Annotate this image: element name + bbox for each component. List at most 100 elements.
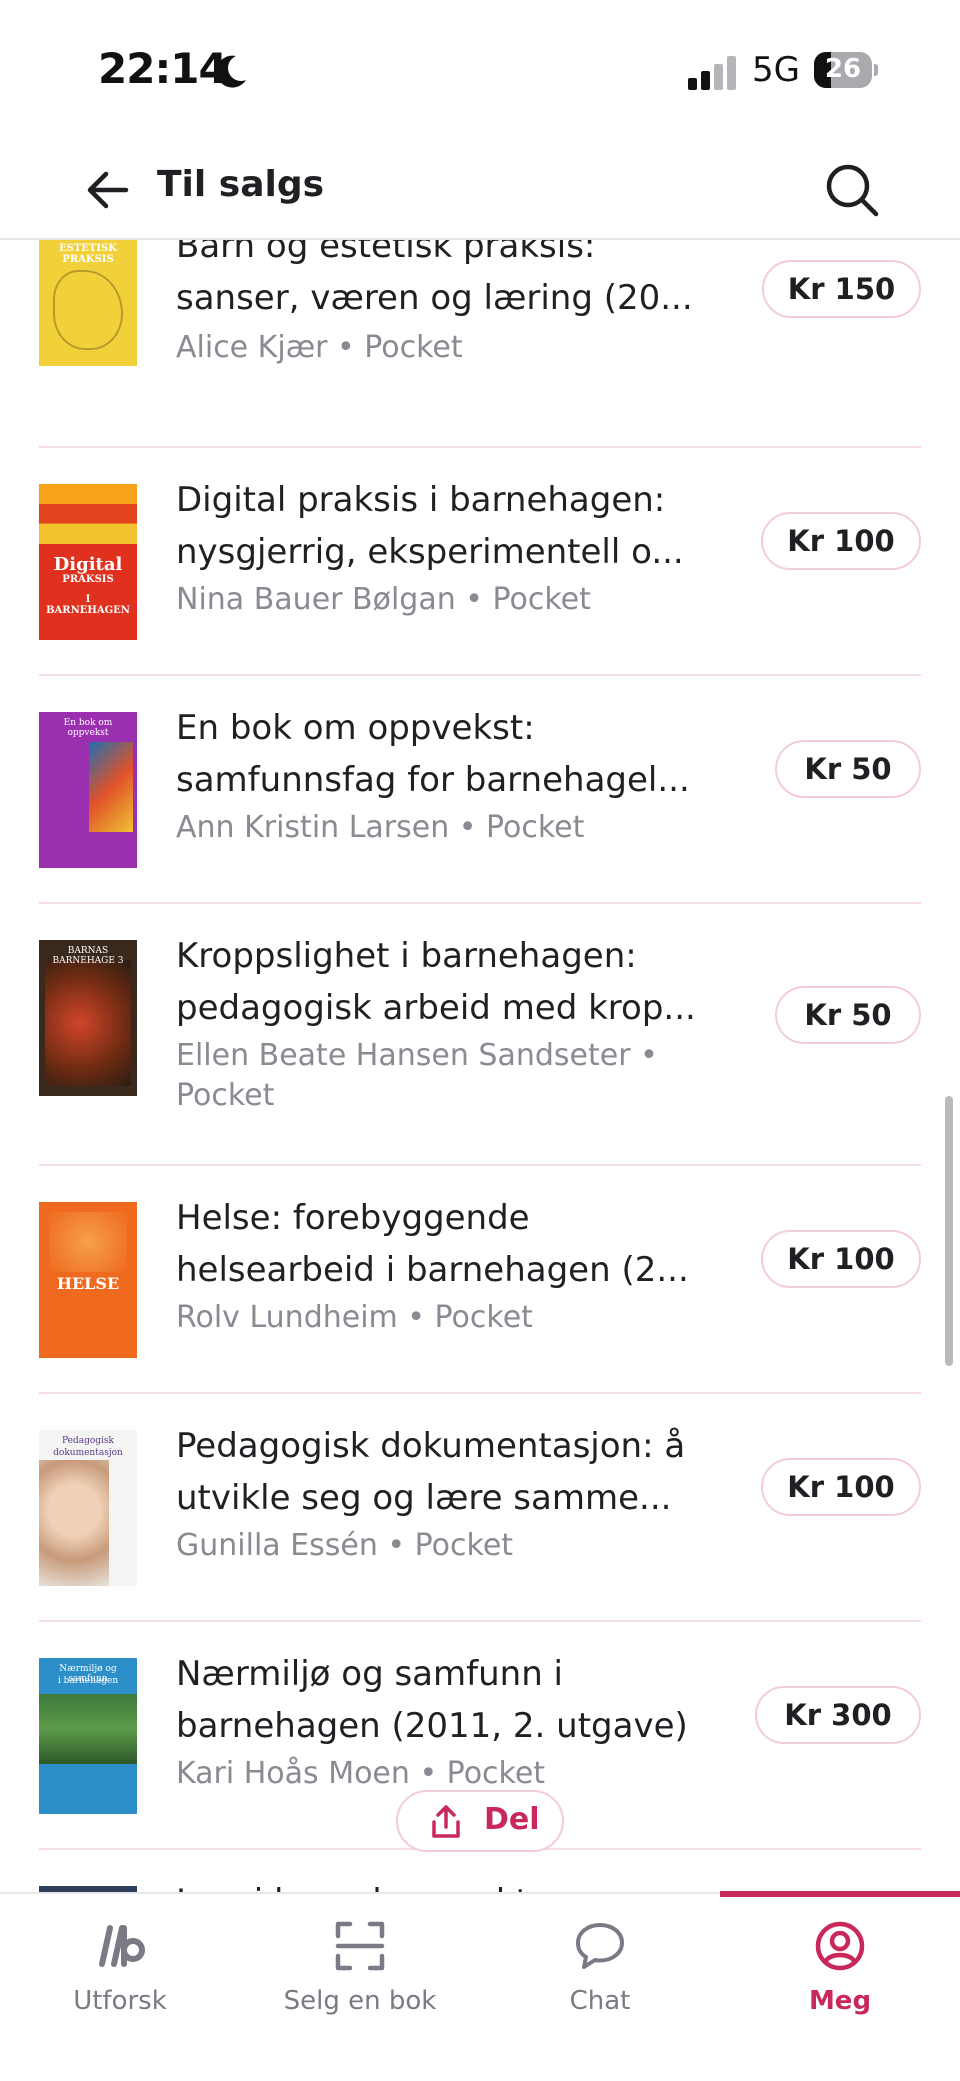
- book-title-line: Juss i barnehagesektoren: [176, 1876, 721, 1892]
- book-title-line: En bok om oppvekst:: [176, 708, 535, 748]
- cover-text: BARN OG: [43, 240, 133, 241]
- book-title-line: Helse: forebyggende: [176, 1198, 530, 1238]
- tab-bar: Utforsk Selg en bok Chat Meg: [0, 1891, 960, 2081]
- book-title: Barn og estetisk praksis: sanser, væren o…: [176, 240, 721, 324]
- share-label: Del: [484, 1802, 540, 1837]
- book-title-line: Pedagogisk dokumentasjon: å: [176, 1426, 686, 1466]
- book-list[interactable]: BARN OG ESTETISK PRAKSIS Barn og estetisk …: [0, 240, 960, 1892]
- book-meta: Rolv Lundheim • Pocket: [176, 1300, 533, 1335]
- book-title: Pedagogisk dokumentasjon: å utvikle seg o…: [176, 1420, 721, 1524]
- book-cover-image[interactable]: En bok om oppvekst: [39, 712, 137, 868]
- book-title-line: pedagogisk arbeid med krop...: [176, 988, 696, 1028]
- cover-text: BARNAS BARNEHAGE 3: [52, 946, 124, 966]
- price-pill[interactable]: Kr 100: [761, 1230, 921, 1288]
- price-pill[interactable]: Kr 100: [761, 512, 921, 570]
- book-title-line: Barn og estetisk praksis:: [176, 240, 596, 266]
- battery-percent: 26: [824, 54, 862, 84]
- cover-text: En bok om oppvekst: [63, 718, 113, 738]
- book-title-line: samfunnsfag for barnehagel...: [176, 760, 690, 800]
- network-label: 5G: [752, 50, 800, 90]
- book-meta: Gunilla Essén • Pocket: [176, 1528, 514, 1563]
- cover-text: i barnehagen: [57, 1676, 119, 1686]
- tab-chat[interactable]: Chat: [480, 1894, 720, 2081]
- cover-text: I BARNEHAGEN: [46, 594, 130, 616]
- tab-label: Utforsk: [73, 1986, 167, 2016]
- cover-artwork: [39, 1694, 137, 1764]
- chat-bubble-icon: [576, 1923, 624, 1969]
- cover-artwork: [53, 270, 123, 350]
- cover-artwork: [45, 960, 131, 1086]
- signal-icon: [688, 56, 736, 90]
- cover-text: dokumentasjon: [53, 1448, 123, 1458]
- app-header: Til salgs: [0, 140, 960, 240]
- cover-text: Digital: [53, 554, 123, 575]
- scan-icon: [335, 1921, 385, 1971]
- book-meta: Nina Bauer Bølgan • Pocket: [176, 582, 591, 617]
- battery-indicator: 26: [814, 52, 878, 88]
- book-title-line: barnehagen (2011, 2. utgave): [176, 1706, 688, 1746]
- status-time: 22:14: [98, 44, 228, 93]
- price-pill[interactable]: Kr 50: [775, 740, 921, 798]
- book-title-line: utvikle seg og lære samme...: [176, 1478, 672, 1518]
- tab-selg-en-bok[interactable]: Selg en bok: [240, 1894, 480, 2081]
- book-title: Juss i barnehagesektoren: [176, 1876, 721, 1892]
- share-button[interactable]: Del: [396, 1790, 564, 1852]
- tab-meg[interactable]: Meg: [720, 1894, 960, 2081]
- price-pill[interactable]: Kr 100: [761, 1458, 921, 1516]
- book-list-item[interactable]: En bok om oppvekst En bok om oppvekst: sam…: [0, 676, 960, 904]
- cover-artwork: [39, 484, 137, 544]
- share-icon: [432, 1805, 460, 1838]
- cover-text: PRAKSIS: [62, 574, 114, 585]
- book-meta: Ellen Beate Hansen Sandseter • Pocket: [176, 1036, 696, 1116]
- cover-artwork: [49, 1212, 127, 1272]
- cover-text: HELSE: [56, 1274, 120, 1293]
- cover-text: ESTETISK PRAKSIS: [59, 243, 117, 265]
- book-meta-line: Ellen Beate Hansen Sandseter •: [176, 1038, 658, 1073]
- book-title-line: helsearbeid i barnehagen (2...: [176, 1250, 689, 1290]
- book-list-item[interactable]: BARN OG ESTETISK PRAKSIS Barn og estetisk …: [0, 240, 960, 448]
- tab-label: Selg en bok: [283, 1986, 437, 2016]
- cover-text: Pedagogisk: [62, 1436, 114, 1446]
- book-title: Helse: forebyggende helsearbeid i barneha…: [176, 1192, 721, 1296]
- moon-icon: [216, 55, 246, 88]
- scrollbar-thumb[interactable]: [945, 1096, 953, 1366]
- book-list-item[interactable]: HELSE Helse: forebyggende helsearbeid i ba…: [0, 1166, 960, 1394]
- book-meta: Kari Hoås Moen • Pocket: [176, 1756, 546, 1791]
- book-title-line: Digital praksis i barnehagen:: [176, 480, 666, 520]
- book-cover-image[interactable]: BARNAS BARNEHAGE 3: [39, 940, 137, 1096]
- cover-artwork: [39, 1460, 109, 1586]
- search-icon[interactable]: [822, 160, 882, 220]
- book-cover-image[interactable]: BARN OG ESTETISK PRAKSIS: [39, 240, 137, 366]
- book-list-item[interactable]: Digital PRAKSIS I BARNEHAGEN Digital praksi…: [0, 448, 960, 676]
- book-title: En bok om oppvekst: samfunnsfag for barne…: [176, 702, 721, 806]
- profile-icon: [815, 1921, 865, 1971]
- price-pill[interactable]: Kr 50: [775, 986, 921, 1044]
- book-title-line: Nærmiljø og samfunn i: [176, 1654, 563, 1694]
- book-meta: Ann Kristin Larsen • Pocket: [176, 810, 585, 845]
- book-title: Nærmiljø og samfunn i barnehagen (2011, 2…: [176, 1648, 721, 1752]
- tab-utforsk[interactable]: Utforsk: [0, 1894, 240, 2081]
- tab-label: Meg: [808, 1986, 872, 2016]
- book-cover-image[interactable]: Pedagogisk dokumentasjon: [39, 1430, 137, 1586]
- page-title: Til salgs: [157, 164, 325, 205]
- book-list-item[interactable]: Pedagogisk dokumentasjon Pedagogisk dokume…: [0, 1394, 960, 1622]
- book-title-line: Kroppslighet i barnehagen:: [176, 936, 637, 976]
- book-title: Digital praksis i barnehagen: nysgjerrig,…: [176, 474, 721, 578]
- price-pill[interactable]: Kr 300: [755, 1686, 921, 1744]
- book-cover-image[interactable]: HELSE: [39, 1202, 137, 1358]
- book-title-line: sanser, væren og læring (20...: [176, 278, 693, 318]
- logo-icon: [99, 1925, 146, 1967]
- book-list-item[interactable]: BARNAS BARNEHAGE 3 Kroppslighet i barneha…: [0, 904, 960, 1166]
- book-list-item[interactable]: ANNE SILJE LINGDENJuss i barnehagesektor…: [0, 1850, 960, 1892]
- arrow-left-icon[interactable]: [80, 162, 136, 218]
- book-title: Kroppslighet i barnehagen: pedagogisk arb…: [176, 930, 721, 1034]
- book-title-line: nysgjerrig, eksperimentell o...: [176, 532, 684, 572]
- book-meta-line: Pocket: [176, 1078, 275, 1113]
- book-cover-image[interactable]: Digital PRAKSIS I BARNEHAGEN: [39, 484, 137, 640]
- cover-artwork: [89, 742, 133, 832]
- price-pill[interactable]: Kr 150: [762, 260, 921, 318]
- book-cover-image[interactable]: Nærmiljø og samfunn i barnehagen: [39, 1658, 137, 1814]
- status-bar: 22:14 5G 26: [0, 0, 960, 140]
- tab-label: Chat: [569, 1986, 631, 2016]
- book-meta: Alice Kjær • Pocket: [176, 330, 463, 365]
